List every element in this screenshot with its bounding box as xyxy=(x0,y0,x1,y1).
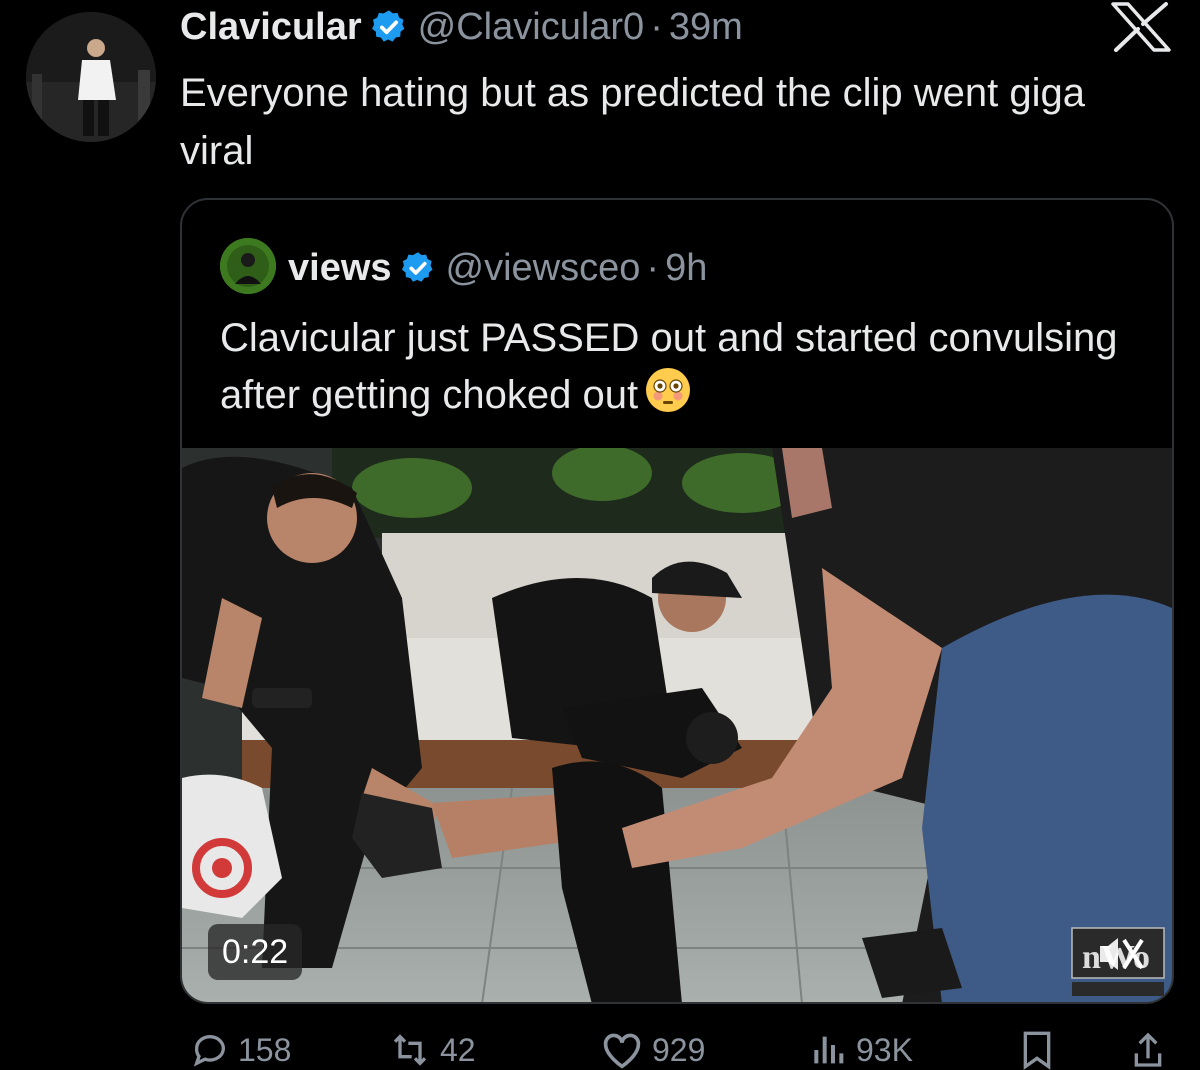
post-time[interactable]: 39m xyxy=(669,6,743,49)
video-frame xyxy=(182,448,1172,1002)
quoted-post-time[interactable]: 9h xyxy=(665,247,707,290)
verified-badge-icon xyxy=(400,250,436,286)
separator-dot: · xyxy=(646,246,660,289)
repost-button[interactable]: 42 xyxy=(388,1030,476,1070)
quoted-post-card[interactable]: views @viewsceo · 9h Clavicular just PAS… xyxy=(180,198,1174,1004)
separator-dot: · xyxy=(650,5,663,48)
quoted-post-text: Clavicular just PASSED out and started c… xyxy=(220,310,1120,429)
post-header: Clavicular @Clavicular0 · 39m xyxy=(180,2,743,52)
reply-icon xyxy=(193,1035,225,1067)
reply-button[interactable]: 158 xyxy=(190,1030,291,1070)
share-icon xyxy=(1134,1032,1162,1067)
quoted-author-avatar[interactable] xyxy=(220,238,276,294)
like-icon xyxy=(603,1033,641,1069)
like-button[interactable]: 929 xyxy=(600,1030,705,1070)
repost-icon xyxy=(393,1034,427,1066)
bookmark-icon xyxy=(1023,1031,1051,1070)
author-handle[interactable]: @Clavicular0 xyxy=(418,6,645,49)
views-button[interactable]: 93K xyxy=(808,1030,913,1070)
quoted-author-handle[interactable]: @viewsceo xyxy=(446,247,641,290)
flushed-face-icon xyxy=(644,366,692,429)
share-button[interactable] xyxy=(1130,1030,1166,1070)
quoted-post-header: views @viewsceo · 9h xyxy=(288,240,707,296)
video-duration-badge: 0:22 xyxy=(208,924,303,980)
video-player[interactable]: 0:22 nWo xyxy=(182,448,1172,1002)
views-icon xyxy=(814,1036,844,1064)
post-text: Everyone hating but as predicted the cli… xyxy=(180,71,1086,173)
verified-badge-icon xyxy=(370,8,408,46)
x-logo-icon xyxy=(1110,2,1172,52)
author-avatar[interactable] xyxy=(26,12,156,142)
mute-icon[interactable]: nWo xyxy=(1070,926,1166,1000)
bookmark-button[interactable] xyxy=(1020,1030,1054,1070)
action-bar: 158 42 929 93K xyxy=(180,1030,1174,1070)
quoted-author-name[interactable]: views xyxy=(288,247,392,290)
author-name[interactable]: Clavicular xyxy=(180,6,362,49)
